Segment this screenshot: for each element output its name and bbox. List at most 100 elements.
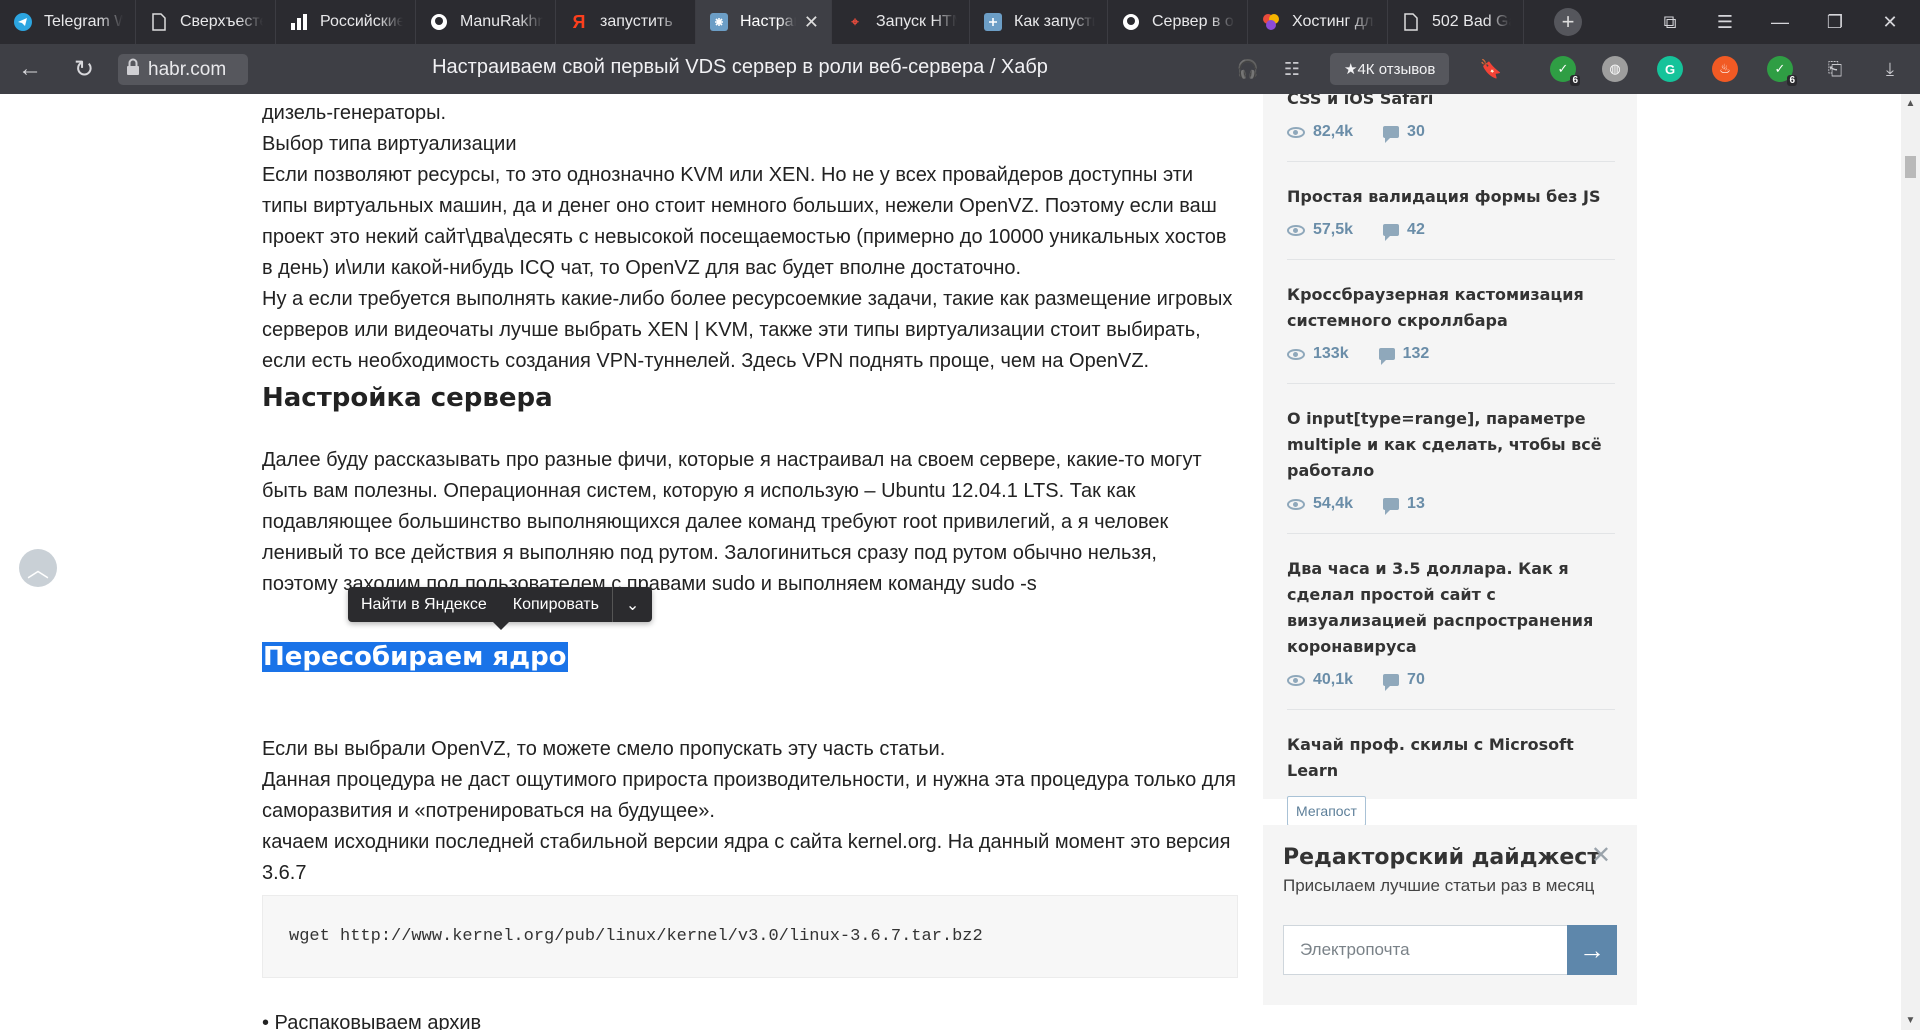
- scroll-down-arrow-icon[interactable]: ▼: [1901, 1015, 1920, 1026]
- yandex-icon: Я: [572, 11, 586, 32]
- tab-label: Сервер в облаке: [1152, 13, 1235, 30]
- minimize-button[interactable]: —: [1760, 0, 1800, 44]
- promo-title[interactable]: Качай проф. скилы с Microsoft Learn: [1287, 732, 1615, 784]
- tab-yandex[interactable]: Я запустить: [556, 0, 696, 44]
- scrollbar-thumb[interactable]: [1905, 156, 1916, 178]
- tab-article-1[interactable]: Сверхъестественное: [136, 0, 276, 44]
- habr-icon: [710, 13, 728, 31]
- page-title[interactable]: Настраиваем свой первый VDS сервер в рол…: [250, 56, 1230, 79]
- document-icon: [1402, 13, 1420, 31]
- scroll-up-arrow-icon[interactable]: ▲: [1901, 98, 1920, 109]
- reader-mode-icon[interactable]: ☷: [1279, 56, 1305, 82]
- post-meta: 57,5k 42: [1287, 218, 1615, 242]
- pin-icon: ⌖: [851, 14, 859, 29]
- arrow-right-icon: →: [1579, 934, 1605, 965]
- tab-bar: Telegram Web Сверхъестественное Российск…: [0, 0, 1920, 44]
- post-item[interactable]: Простая валидация формы без JS 57,5k 42: [1287, 162, 1615, 260]
- minimize-icon: —: [1771, 11, 1789, 32]
- email-input[interactable]: [1283, 925, 1567, 975]
- post-title[interactable]: Простая валидация формы без JS: [1287, 184, 1615, 210]
- post-title[interactable]: О input[type=range], параметре multiple …: [1287, 406, 1615, 484]
- bookmark-icon[interactable]: 🔖: [1478, 56, 1504, 82]
- scroll-to-top-button[interactable]: ︿: [19, 549, 57, 587]
- domain-pill[interactable]: habr.com: [118, 54, 248, 85]
- section-heading-kernel: Пересобираем ядро: [262, 640, 1238, 674]
- article-line: Если вы выбрали OpenVZ, то можете смело …: [262, 738, 946, 760]
- selection-popup-menu: Найти в Яндексе Копировать ⌄: [348, 587, 653, 630]
- digest-title: Редакторский дайджест: [1283, 845, 1601, 870]
- adguard-icon[interactable]: ✓ 6: [1550, 56, 1580, 86]
- tabs-overview-button[interactable]: ⧉: [1650, 0, 1690, 44]
- close-tab-icon[interactable]: ✕: [804, 12, 819, 33]
- promo-item[interactable]: Качай проф. скилы с Microsoft Learn Мега…: [1287, 710, 1615, 843]
- post-item[interactable]: Кроссбраузерная кастомизация системного …: [1287, 260, 1615, 384]
- restore-icon: ❐: [1826, 11, 1844, 32]
- comment-icon: [1383, 126, 1400, 143]
- close-icon[interactable]: ✕: [1591, 841, 1611, 870]
- bullet-item: • Распаковываем архив: [262, 1012, 482, 1030]
- address-bar: ← ↻ habr.com Настраиваем свой первый VDS…: [0, 44, 1920, 94]
- article-paragraph: Ну а если требуется выполнять какие-либо…: [262, 288, 1233, 372]
- article-paragraph: Далее буду рассказывать про разные фичи,…: [262, 449, 1202, 595]
- grammarly-icon[interactable]: G: [1657, 56, 1683, 82]
- reviews-button[interactable]: ★4К отзывов: [1330, 53, 1450, 85]
- post-item[interactable]: Два часа и 3.5 доллара. Как я сделал про…: [1287, 534, 1615, 710]
- article-line: Выбор типа виртуализации: [262, 133, 517, 155]
- selected-text[interactable]: Пересобираем ядро: [262, 642, 568, 672]
- tab-html[interactable]: ⌖ Запуск HTML: [832, 0, 970, 44]
- views-count: 133k: [1313, 345, 1349, 362]
- tab-label: ManuRakhmatov: [460, 13, 543, 30]
- eye-icon: [1287, 674, 1305, 686]
- tab-stats[interactable]: Российские: [276, 0, 416, 44]
- tab-active-article[interactable]: Настраиваем ✕: [696, 0, 832, 44]
- headphones-icon[interactable]: 🎧: [1235, 56, 1261, 82]
- tab-habr-2[interactable]: Как запустить: [970, 0, 1108, 44]
- search-yandex-button[interactable]: Найти в Яндексе: [348, 587, 500, 622]
- post-title[interactable]: Два часа и 3.5 доллара. Как я сделал про…: [1287, 556, 1615, 660]
- comments-count: 70: [1407, 671, 1425, 688]
- tab-label: Сверхъестественное: [180, 13, 263, 30]
- post-item[interactable]: О input[type=range], параметре multiple …: [1287, 384, 1615, 534]
- restore-button[interactable]: ❐: [1815, 0, 1855, 44]
- tab-hosting[interactable]: Хостинг для: [1248, 0, 1388, 44]
- copy-tabs-icon: ⧉: [1663, 11, 1677, 32]
- post-item[interactable]: CSS и iOS Safari 82,4k 30: [1287, 94, 1615, 162]
- copy-button[interactable]: Копировать: [500, 587, 612, 622]
- subscribe-form: →: [1283, 925, 1617, 975]
- download-icon[interactable]: ⤓: [1877, 56, 1903, 82]
- views-count: 82,4k: [1313, 123, 1354, 140]
- tab-label: запустить: [600, 13, 673, 30]
- digest-subtitle: Присылаем лучшие статьи раз в месяц: [1283, 876, 1595, 895]
- globe-icon[interactable]: ◍: [1602, 56, 1628, 82]
- post-title[interactable]: CSS и iOS Safari: [1287, 94, 1615, 112]
- code-block[interactable]: wget http://www.kernel.org/pub/linux/ker…: [262, 895, 1238, 978]
- post-title[interactable]: Кроссбраузерная кастомизация системного …: [1287, 282, 1615, 334]
- eye-icon: [1287, 498, 1305, 510]
- tab-github-2[interactable]: Сервер в облаке: [1108, 0, 1248, 44]
- section-heading-server: Настройка сервера: [262, 383, 553, 413]
- tab-label: 502 Bad Gateway: [1432, 13, 1511, 30]
- fire-icon[interactable]: ♨: [1712, 56, 1738, 82]
- megapost-badge[interactable]: Мегапост: [1287, 796, 1366, 826]
- views-count: 57,5k: [1313, 221, 1354, 238]
- tab-label: Хостинг для: [1292, 13, 1375, 30]
- sidebar-panel-icon[interactable]: ⎗: [1822, 56, 1848, 82]
- submit-button[interactable]: →: [1567, 925, 1617, 975]
- menu-button[interactable]: ☰: [1705, 0, 1745, 44]
- reload-icon: ↻: [73, 55, 95, 83]
- new-tab-button[interactable]: +: [1548, 0, 1588, 44]
- page-scrollbar[interactable]: ▲ ▼: [1901, 94, 1920, 1030]
- close-window-button[interactable]: ✕: [1870, 0, 1910, 44]
- shield-icon[interactable]: ✓ 6: [1767, 56, 1797, 86]
- arrow-left-icon: ←: [18, 55, 42, 82]
- tab-502[interactable]: 502 Bad Gateway: [1388, 0, 1524, 44]
- extension-label: G: [1664, 61, 1676, 77]
- more-options-button[interactable]: ⌄: [613, 587, 652, 622]
- tab-github-1[interactable]: ManuRakhmatov: [416, 0, 556, 44]
- tab-label: Запуск HTML: [876, 13, 957, 30]
- back-button[interactable]: ←: [10, 49, 50, 89]
- tab-telegram[interactable]: Telegram Web: [0, 0, 136, 44]
- post-meta: 54,4k 13: [1287, 492, 1615, 516]
- reload-button[interactable]: ↻: [64, 49, 104, 89]
- chevron-up-icon: ︿: [26, 557, 49, 582]
